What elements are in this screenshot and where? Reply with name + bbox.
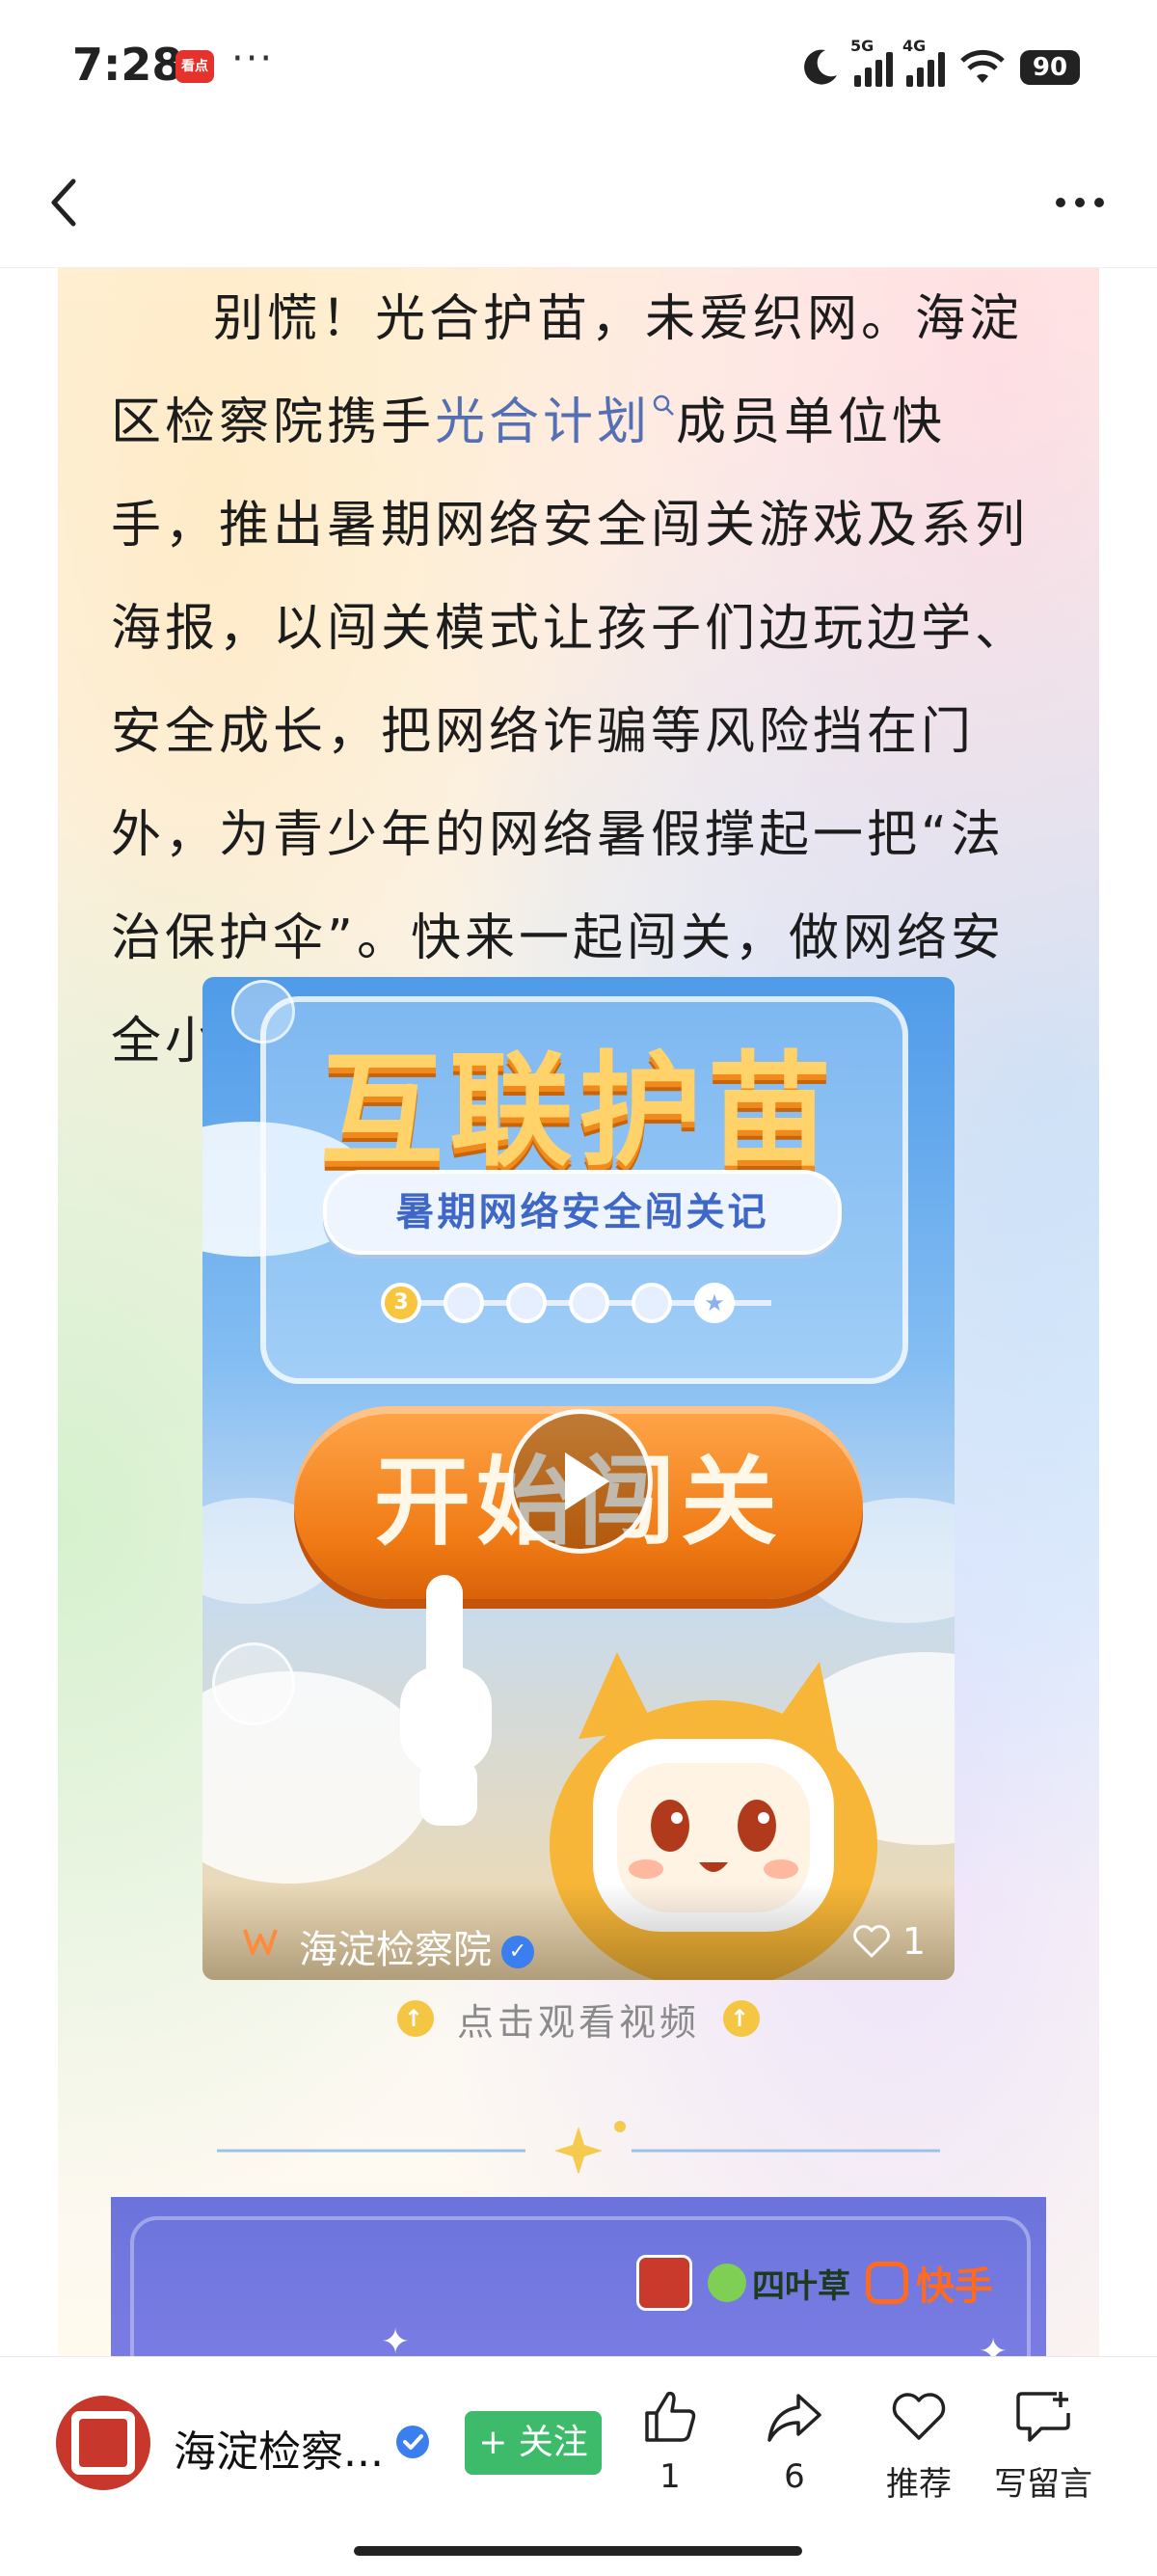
video-like[interactable]: 1	[852, 1920, 926, 1963]
poster-title: 互联护苗	[319, 1040, 837, 1183]
kuaishou-logo-text: 快手	[916, 2264, 993, 2309]
app-notification-icon: 看点	[175, 50, 214, 83]
watch-video-hint-text: 点击观看视频	[456, 2000, 700, 2044]
video-footer: 海淀检察院 ✓ 1	[202, 1884, 955, 1980]
watch-video-hint[interactable]: ↑ 点击观看视频 ↑	[0, 1990, 1157, 2047]
topic-link-text: 光合计划	[435, 393, 652, 451]
wifi-icon	[960, 49, 1005, 83]
more-notifications-icon: ···	[231, 37, 275, 81]
procuratorate-seal-icon	[636, 2255, 692, 2311]
article-content[interactable]: 别慌！光合护苗，未爱织网。海淀区检察院携手光合计划 成员单位快手，推出暑期网络安全…	[0, 268, 1157, 2356]
poster-subtitle-pill: 暑期网络安全闯关记	[323, 1170, 842, 1255]
pointing-hand-illustration	[400, 1575, 492, 1826]
recommend-label: 推荐	[886, 2465, 952, 2504]
level-progress-dot	[506, 1283, 547, 1323]
home-indicator[interactable]	[354, 2546, 802, 2556]
top-nav-bar	[0, 135, 1157, 268]
more-options-button[interactable]	[1041, 174, 1118, 231]
clover-logo: 四叶草	[708, 2260, 850, 2307]
signal-5g-icon: 5G	[850, 37, 893, 87]
poster-subtitle: 暑期网络安全闯关记	[395, 1190, 769, 1234]
verified-badge-icon	[396, 2426, 429, 2458]
article-paragraph: 别慌！光合护苗，未爱织网。海淀区检察院携手光合计划 成员单位快手，推出暑期网络安全…	[111, 268, 1051, 1094]
paragraph-text-end: 成员单位快手，推出暑期网络安全闯关游戏及系列海报，以闯关模式让孩子们边玩边学、安…	[111, 393, 1030, 1071]
comment-add-icon	[1016, 2392, 1070, 2442]
share-count: 6	[784, 2457, 805, 2496]
thumbs-up-icon	[645, 2391, 696, 2442]
recommend-button[interactable]: 推荐	[861, 2386, 977, 2531]
chevron-left-icon	[51, 178, 76, 227]
decorative-divider	[217, 2121, 940, 2173]
write-comment-button[interactable]: 写留言	[985, 2386, 1101, 2531]
avatar-seal-inner	[79, 2419, 127, 2467]
partner-logos: 四叶草 快手	[636, 2255, 993, 2311]
level-progress-dot	[569, 1283, 609, 1323]
level-progress-current: 3	[381, 1283, 421, 1323]
status-bar: 7:28 看点 ··· 5G 4G 90	[0, 0, 1157, 135]
do-not-disturb-moon-icon	[804, 49, 837, 85]
kuaishou-logo-icon	[243, 1929, 278, 1955]
level-progress-dot	[444, 1283, 484, 1323]
heart-icon	[852, 1925, 890, 1958]
second-poster[interactable]: 四叶草 快手 ✦ ✦	[111, 2197, 1046, 2356]
more-horizontal-icon	[1056, 198, 1104, 207]
battery-icon: 90	[1020, 50, 1080, 85]
back-button[interactable]	[39, 174, 96, 231]
share-button[interactable]: 6	[737, 2386, 852, 2531]
account-name[interactable]: 海淀检察...	[174, 2417, 384, 2479]
comment-label: 写留言	[994, 2465, 1092, 2504]
share-arrow-icon	[767, 2394, 821, 2442]
status-time: 7:28	[72, 39, 183, 91]
play-button[interactable]	[508, 1409, 653, 1554]
arrow-up-icon: ↑	[723, 2000, 760, 2037]
like-button[interactable]: 1	[612, 2386, 728, 2531]
signal-4g-icon: 4G	[902, 37, 945, 87]
network-4g-label: 4G	[902, 37, 927, 55]
sparkle-icon: ✦	[381, 2322, 411, 2356]
video-author-name: 海淀检察院	[299, 1928, 492, 1972]
kuaishou-icon	[866, 2262, 908, 2304]
bottom-action-bar: 海淀检察... + 关注 1 6 推荐 写留言	[0, 2356, 1157, 2576]
sparkle-icon: ✦	[979, 2332, 1009, 2356]
video-like-count: 1	[901, 1920, 926, 1963]
search-icon	[653, 394, 674, 416]
like-count: 1	[659, 2457, 681, 2496]
topic-link[interactable]: 光合计划	[435, 393, 676, 451]
heart-icon	[892, 2393, 946, 2440]
clover-logo-text: 四叶草	[752, 2266, 850, 2306]
arrow-up-icon: ↑	[396, 2000, 434, 2037]
video-player[interactable]: 互联护苗 暑期网络安全闯关记 3 ★ 开始闯关 海淀检察院 ✓ 1	[202, 977, 955, 1980]
clover-icon	[708, 2264, 746, 2302]
star-icon: ★	[694, 1283, 735, 1323]
bubble-decoration	[212, 1642, 295, 1725]
network-5g-label: 5G	[850, 37, 874, 55]
account-avatar[interactable]	[56, 2396, 150, 2490]
kuaishou-logo: 快手	[866, 2255, 993, 2311]
level-progress-dot	[632, 1283, 672, 1323]
follow-button[interactable]: + 关注	[465, 2411, 602, 2475]
status-icons: 5G 4G 90	[798, 37, 1080, 96]
video-author: 海淀检察院 ✓	[299, 1918, 534, 1974]
verified-badge-icon: ✓	[501, 1936, 534, 1968]
